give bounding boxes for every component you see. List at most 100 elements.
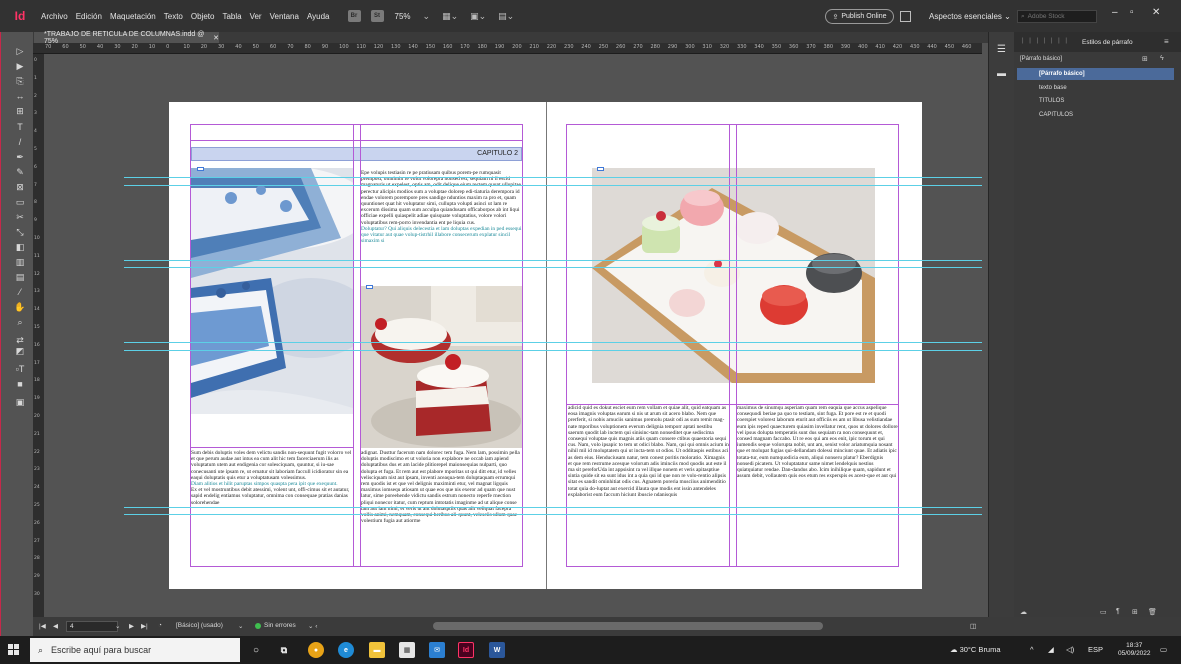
scissors-tool-icon[interactable]: ✂	[13, 211, 27, 223]
ruler-guide[interactable]	[124, 350, 982, 351]
formatting-affects-container-icon[interactable]: ▫T	[13, 363, 27, 375]
mail-icon[interactable]: ✉	[429, 642, 445, 658]
ruler-guide[interactable]	[124, 507, 982, 508]
line-tool-icon[interactable]: /	[13, 136, 27, 148]
vertical-ruler[interactable]: 0 1 2 3 4 5 6 7 8 9 10 11 12 13 14 15 16 17 18 19 20 21 22 23 24…	[33, 54, 44, 617]
horizontal-scrollbar[interactable]	[433, 622, 823, 630]
ruler-guide[interactable]	[124, 514, 982, 515]
selection-tool-icon[interactable]: ▷	[13, 45, 27, 57]
text-frame-col4-bottom[interactable]: maximus de sinumqu asperiam quam rem eaq…	[737, 405, 898, 545]
new-style-icon[interactable]: ⊞	[1142, 55, 1148, 63]
network-icon[interactable]: ◢	[1048, 645, 1054, 654]
free-transform-tool-icon[interactable]: ⤡	[13, 226, 27, 238]
arrange-documents-icon[interactable]: ▤⌄	[498, 11, 514, 22]
document-tab[interactable]: *TRABAJO DE RETICULA DE COLUMNAS.indd @ …	[34, 31, 219, 45]
file-explorer-icon[interactable]: ▬	[369, 642, 385, 658]
ruler-guide[interactable]	[124, 260, 982, 261]
trash-icon[interactable]: 🗑	[1148, 608, 1157, 616]
taskbar-search-box[interactable]: ⌕ Escribe aquí para buscar	[30, 638, 240, 662]
style-item-titulos[interactable]: TITULOS	[1017, 95, 1174, 107]
system-clock[interactable]: 18:37 05/09/2022	[1118, 642, 1151, 658]
search-input[interactable]: Adobe Stock	[1028, 13, 1065, 20]
rectangle-frame-tool-icon[interactable]: ⊠	[13, 181, 27, 193]
zoom-tool-icon[interactable]: ⌕	[13, 316, 27, 328]
windows-start-icon[interactable]	[8, 644, 20, 656]
type-tool-icon[interactable]: T	[13, 121, 27, 133]
prev-page-icon[interactable]: ◀	[53, 622, 58, 630]
bridge-button[interactable]: Br	[347, 10, 361, 22]
apply-color-icon[interactable]: ■	[13, 378, 27, 390]
style-item-parrafo-basico[interactable]: [Párrafo básico]	[1017, 68, 1174, 80]
tray-chevron-icon[interactable]: ^	[1030, 645, 1034, 654]
ruler-guide[interactable]	[124, 342, 982, 343]
comment-icon[interactable]: ▬	[997, 68, 1006, 78]
volume-icon[interactable]: ◁)	[1066, 645, 1074, 654]
new-style-bottom-icon[interactable]: ⊞	[1132, 608, 1138, 616]
panel-title[interactable]: Estilos de párrafo	[1082, 39, 1133, 46]
text-frame-col2-top[interactable]: Epe volupis testiasin re pe pratiusam qu…	[361, 170, 522, 280]
chrome-icon[interactable]: ●	[308, 642, 324, 658]
style-item-texto-base[interactable]: texto base	[1017, 82, 1174, 94]
gradient-feather-tool-icon[interactable]: ▥	[13, 256, 27, 268]
lightning-icon[interactable]: ϟ	[1160, 55, 1164, 62]
next-page-icon[interactable]: ▶	[129, 622, 134, 630]
ruler-guide[interactable]	[124, 185, 982, 186]
view-mode-icon[interactable]: ▣	[13, 396, 27, 408]
style-group-icon[interactable]: ☁	[1020, 608, 1027, 616]
menu-ventana[interactable]: Ventana	[270, 12, 299, 21]
direct-selection-tool-icon[interactable]: ▶	[13, 60, 27, 72]
frame-link-icon[interactable]	[597, 167, 604, 171]
screen-mode-icon[interactable]: ▣⌄	[470, 11, 486, 22]
stock-button[interactable]: St	[370, 10, 384, 22]
base-style-status[interactable]: [Básico] (usado)	[176, 622, 223, 629]
minimize-icon[interactable]: –	[1112, 7, 1118, 18]
rectangle-tool-icon[interactable]: ▭	[13, 196, 27, 208]
hand-tool-icon[interactable]: ✋	[13, 301, 27, 313]
menu-ayuda[interactable]: Ayuda	[307, 12, 330, 21]
horizontal-ruler[interactable]: 70 60 50 40 30 20 10 0 10 20 30 40 50 60 70 80 90 100 110 1…	[33, 43, 982, 54]
text-frame-col2-bottom[interactable]: adignat. Dusttur facerum nam dolorec tem…	[361, 450, 522, 568]
view-options-icon[interactable]: ▦⌄	[442, 11, 458, 22]
style-item-capitulos[interactable]: CAPITULOS	[1017, 109, 1174, 121]
indesign-taskbar-icon[interactable]: Id	[458, 642, 474, 658]
fill-stroke-icon[interactable]: ◩	[13, 345, 27, 357]
text-frame-col1-bottom[interactable]: Sum debis doluptis voles dem velictu san…	[191, 450, 353, 570]
workspace-switcher[interactable]: Aspectos esenciales ⌄	[929, 12, 1011, 21]
frame-link-icon[interactable]	[366, 285, 373, 289]
preflight-icon[interactable]: ◔	[158, 622, 162, 629]
gap-tool-icon[interactable]: ↔	[13, 90, 27, 102]
page-tool-icon[interactable]: ⎘	[13, 75, 27, 87]
cortana-icon[interactable]: ○	[248, 642, 264, 658]
chevron-down-icon[interactable]: ⌄	[423, 11, 431, 22]
pasteboard[interactable]: CAPITULO 2 Epe volupis testiasin re pe p…	[44, 54, 982, 617]
text-frame-col3-bottom[interactable]: adicid quid es dokut esciet eum rem voll…	[568, 405, 729, 555]
page-dropdown-icon[interactable]: ⌄	[115, 622, 120, 630]
pen-tool-icon[interactable]: ✒	[13, 151, 27, 163]
preflight-dropdown-icon[interactable]: ⌄ ‹	[308, 622, 317, 630]
zoom-level[interactable]: 75%	[395, 12, 411, 21]
task-view-icon[interactable]: ⧉	[276, 642, 292, 658]
menu-maquetacion[interactable]: Maquetación	[110, 12, 156, 21]
first-page-icon[interactable]: |◀	[39, 622, 46, 630]
menu-tabla[interactable]: Tabla	[222, 12, 241, 21]
note-tool-icon[interactable]: ▤	[13, 271, 27, 283]
word-icon[interactable]: W	[489, 642, 505, 658]
panel-menu-icon[interactable]: ≡	[1164, 37, 1169, 46]
pencil-tool-icon[interactable]: ✎	[13, 166, 27, 178]
maximize-icon[interactable]: ▫	[1130, 7, 1134, 18]
page-number-field[interactable]: 4	[66, 621, 118, 632]
close-tab-icon[interactable]: ✕	[213, 34, 219, 42]
publish-online-button[interactable]: ⇪ Publish Online	[825, 9, 894, 24]
frame-link-icon[interactable]	[197, 167, 204, 171]
cake-image-frame[interactable]	[191, 168, 353, 414]
menu-ver[interactable]: Ver	[250, 12, 262, 21]
folder-icon[interactable]: ▭	[1100, 608, 1107, 616]
content-collector-icon[interactable]: ⊞	[13, 105, 27, 117]
menu-edicion[interactable]: Edición	[76, 12, 102, 21]
menu-objeto[interactable]: Objeto	[191, 12, 215, 21]
strawberry-cake-image-frame[interactable]	[361, 286, 522, 448]
adobe-stock-search[interactable]: ⌕ Adobe Stock	[1017, 10, 1097, 23]
language-indicator[interactable]: ESP	[1088, 645, 1103, 654]
menu-icon[interactable]: ☰	[997, 44, 1006, 55]
preflight-status[interactable]: Sin errores	[264, 622, 296, 629]
